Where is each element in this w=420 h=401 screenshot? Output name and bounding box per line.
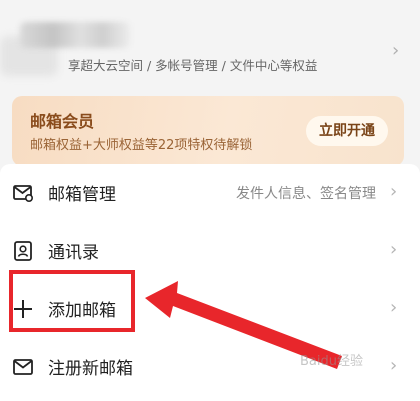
watermark: Baidu经验 xyxy=(300,354,363,369)
annotation-arrow xyxy=(145,281,342,369)
